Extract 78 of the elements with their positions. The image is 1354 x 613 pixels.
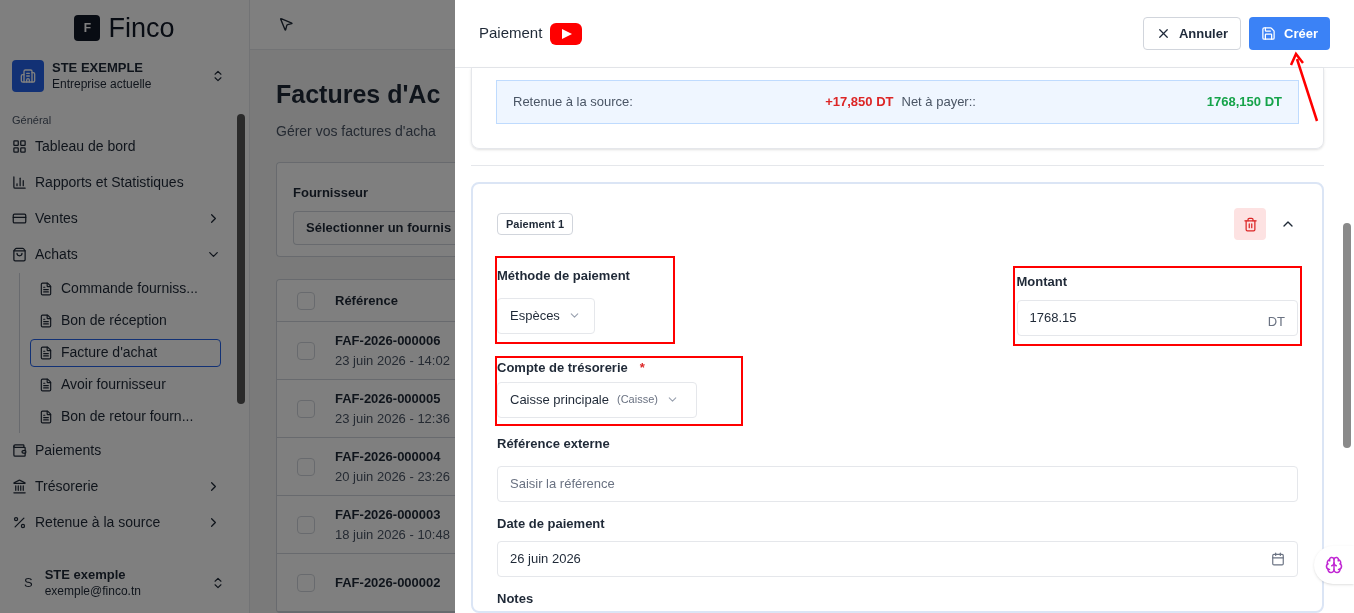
table-cell-text: 18 juin 2026 - 10:48 <box>335 525 450 544</box>
create-button[interactable]: Créer <box>1249 17 1330 50</box>
document-icon <box>39 409 53 424</box>
amount-field[interactable]: 1768.15 DT <box>1016 299 1298 336</box>
section-label: Général <box>12 113 53 128</box>
submenu-item[interactable]: Commande fourniss... <box>30 274 221 303</box>
required-mark: * <box>639 359 645 377</box>
user-name: STE exemple <box>44 567 127 584</box>
sidebar-item[interactable]: Retenue à la source <box>12 504 221 541</box>
field-label: Date de paiement <box>497 514 606 533</box>
summary-label: Net à payer:: <box>901 93 977 112</box>
account-select[interactable]: Caisse principale (Caisse) <box>497 381 697 418</box>
user-email: exemple@finco.tn <box>44 583 142 599</box>
summary-value: +17,850 DT <box>825 93 894 112</box>
table-cell-text: FAF-2026-000003 <box>335 506 442 524</box>
submenu-item[interactable]: Facture d'achat <box>30 338 221 367</box>
brain-icon <box>1325 556 1343 574</box>
cancel-button[interactable]: Annuler <box>1142 17 1242 50</box>
table-cell-text: 20 juin 2026 - 23:26 <box>335 467 450 486</box>
sidebar-item[interactable]: Tableau de bord <box>12 128 221 165</box>
company-switcher[interactable]: STE EXEMPLE Entreprise actuelle <box>12 56 237 96</box>
video-play-icon <box>550 22 583 45</box>
summary-value: 1768,150 DT <box>1206 93 1282 112</box>
document-icon <box>39 281 53 296</box>
sidebar-item[interactable]: Ventes <box>12 200 221 237</box>
summary-label: Retenue à la source: <box>513 93 634 112</box>
table-cell-text: 23 juin 2026 - 12:36 <box>335 409 450 428</box>
page-subtitle: Gérer vos factures d'acha <box>276 122 437 141</box>
table-cell-text: FAF-2026-000006 <box>335 332 442 350</box>
pointer-icon[interactable] <box>278 16 294 33</box>
table-cell-text: FAF-2026-000002 <box>335 573 441 592</box>
filter-label: Fournisseur <box>293 184 370 202</box>
menu-icon <box>12 515 27 530</box>
column-header: Référence <box>335 291 398 310</box>
menu-icon <box>12 443 27 458</box>
field-label: Compte de trésorerie <box>497 359 628 377</box>
trash-icon <box>1242 216 1258 232</box>
submenu-item[interactable]: Avoir fournisseur <box>30 370 221 399</box>
avatar-initial: S <box>24 574 33 593</box>
menu-icon <box>12 247 27 262</box>
submenu-item[interactable]: Bon de retour fourn... <box>30 402 221 431</box>
sidebar-item[interactable]: Trésorerie <box>12 468 221 505</box>
table-cell-text: FAF-2026-000005 <box>335 390 442 408</box>
page-title: Factures d'Ac <box>276 78 441 110</box>
logo-text: Finco <box>108 11 175 45</box>
scrollbar[interactable] <box>1343 223 1351 448</box>
building-icon <box>12 60 44 92</box>
submenu-item[interactable]: Bon de réception <box>30 306 221 335</box>
document-icon <box>39 345 53 360</box>
company-subtitle: Entreprise actuelle <box>52 76 153 92</box>
menu-icon <box>12 139 27 154</box>
logo-icon: F <box>74 15 101 41</box>
menu-icon <box>12 175 27 190</box>
field-label: Notes <box>497 590 535 608</box>
save-icon <box>1261 26 1277 41</box>
calendar-icon <box>1271 552 1285 566</box>
supplier-select[interactable]: Sélectionner un fournis <box>293 210 455 245</box>
document-icon <box>39 377 53 392</box>
document-icon <box>39 313 53 328</box>
payment-badge: Paiement 1 <box>497 212 574 236</box>
company-name: STE EXEMPLE <box>52 60 145 77</box>
date-field[interactable]: 26 juin 2026 <box>497 541 1298 577</box>
sidebar-item[interactable]: Rapports et Statistiques <box>12 164 221 201</box>
drawer-title: Paiement <box>479 23 543 44</box>
field-label: Méthode de paiement <box>497 267 631 285</box>
assistant-button[interactable] <box>1314 546 1354 584</box>
sidebar-item[interactable]: Paiements <box>12 432 221 469</box>
sidebar-item[interactable]: Achats <box>12 236 221 273</box>
field-label: Référence externe <box>497 435 611 453</box>
table-cell-text: 23 juin 2026 - 14:02 <box>335 351 450 370</box>
delete-button[interactable] <box>1234 208 1266 240</box>
menu-icon <box>12 479 27 494</box>
menu-icon <box>12 211 27 226</box>
table-cell-text: FAF-2026-000004 <box>335 448 442 466</box>
field-label: Montant <box>1016 273 1069 291</box>
scrollbar[interactable] <box>237 114 245 404</box>
method-select[interactable]: Espèces <box>497 297 595 334</box>
reference-field[interactable]: Saisir la référence <box>497 465 1298 502</box>
